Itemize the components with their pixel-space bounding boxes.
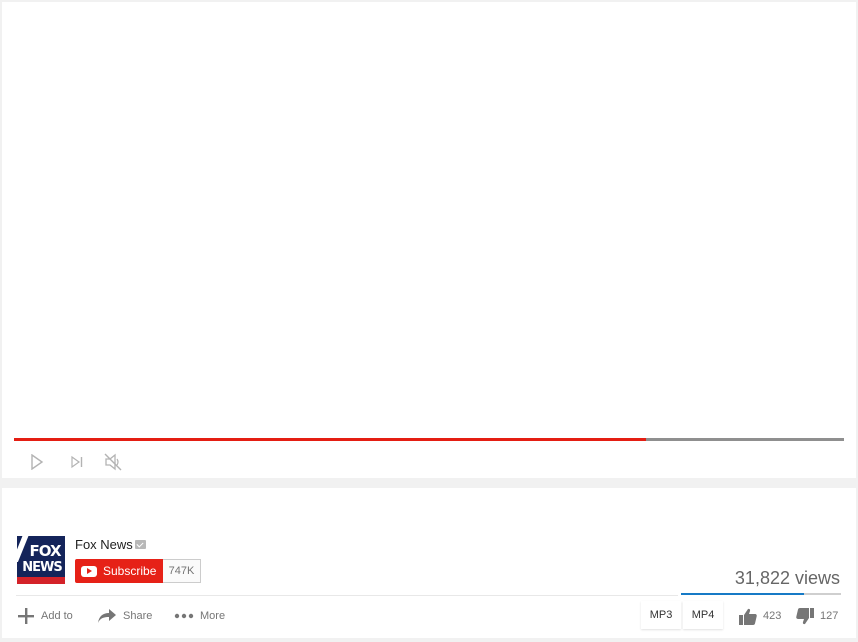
thumbs-down-icon <box>796 607 814 624</box>
more-dots-icon <box>174 613 194 619</box>
channel-name-link[interactable]: Fox News <box>75 537 133 552</box>
logo-bar <box>17 577 65 584</box>
like-ratio-fill <box>681 593 805 595</box>
progress-played <box>14 438 647 441</box>
like-count: 423 <box>763 610 782 622</box>
add-to-label: Add to <box>41 610 73 622</box>
play-button[interactable] <box>25 450 49 474</box>
add-to-button[interactable]: Add to <box>17 606 73 626</box>
subscribe-button[interactable]: Subscribe <box>75 559 163 583</box>
mute-icon <box>104 453 122 471</box>
video-player[interactable] <box>2 2 856 478</box>
like-ratio-bar <box>681 593 841 595</box>
mp4-download-button[interactable]: MP4 <box>683 601 723 629</box>
verified-badge-icon <box>135 540 146 549</box>
dislike-button[interactable]: 127 <box>796 606 838 626</box>
channel-logo[interactable]: FOX NEWS <box>17 536 65 584</box>
logo-text-top: FOX <box>29 542 61 560</box>
subscriber-count: 747K <box>163 559 201 583</box>
next-button[interactable] <box>65 450 89 474</box>
next-icon <box>71 455 83 469</box>
plus-icon <box>18 608 34 624</box>
logo-text-bottom: NEWS <box>22 560 62 575</box>
mute-button[interactable] <box>101 450 125 474</box>
share-arrow-icon <box>98 609 116 623</box>
mp3-download-button[interactable]: MP3 <box>641 601 681 629</box>
divider <box>16 595 678 596</box>
share-label: Share <box>123 610 153 622</box>
like-button[interactable]: 423 <box>739 606 781 626</box>
more-label: More <box>200 610 226 622</box>
progress-bar[interactable] <box>14 438 844 441</box>
play-icon <box>31 454 44 470</box>
subscribe-label: Subscribe <box>103 564 157 578</box>
more-button[interactable]: More <box>174 606 225 626</box>
share-button[interactable]: Share <box>97 606 152 626</box>
video-info-panel: FOX NEWS Fox News Subscribe 747K 31,822 … <box>2 488 856 638</box>
youtube-logo-icon <box>81 565 97 577</box>
thumbs-up-icon <box>739 608 757 625</box>
view-count: 31,822 views <box>734 568 840 588</box>
dislike-count: 127 <box>820 610 839 622</box>
